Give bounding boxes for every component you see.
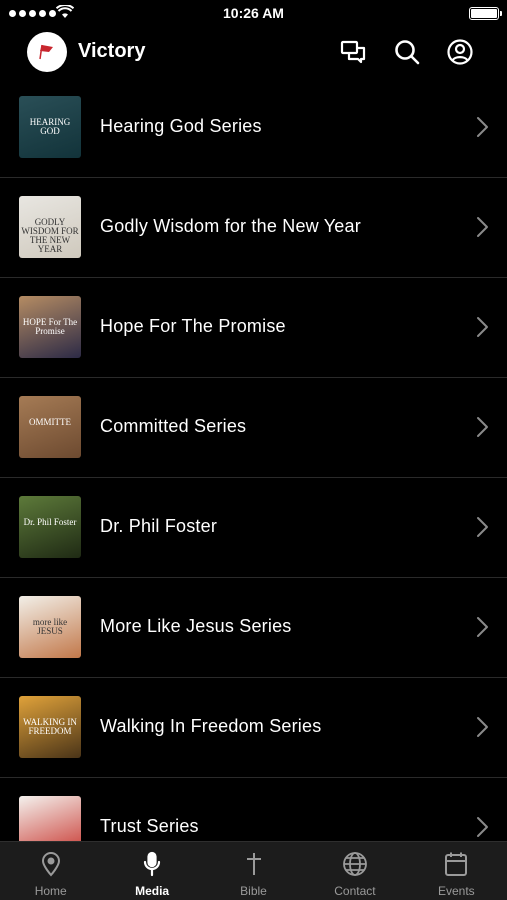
search-icon[interactable] — [393, 38, 421, 66]
chevron-right-icon — [475, 216, 489, 238]
tab-label: Events — [437, 884, 475, 898]
thumbnail-caption: Dr. Phil Foster — [23, 517, 77, 527]
tab-contact[interactable]: Contact — [304, 842, 405, 900]
series-thumbnail — [19, 796, 81, 841]
chevron-right-icon — [475, 516, 489, 538]
tab-label: Bible — [240, 884, 267, 898]
chevron-right-icon — [475, 816, 489, 838]
thumbnail-caption: GODLY WISDOM FOR THE NEW YEAR — [21, 217, 79, 254]
profile-icon[interactable] — [446, 38, 474, 66]
thumbnail-caption: HEARING GOD — [29, 117, 71, 136]
series-title: Hope For The Promise — [100, 316, 286, 336]
series-thumbnail: Dr. Phil Foster — [19, 496, 81, 558]
series-title: Godly Wisdom for the New Year — [100, 216, 361, 236]
status-time: 10:26 AM — [223, 5, 284, 21]
series-thumbnail: more like JESUS — [19, 596, 81, 658]
chevron-right-icon — [475, 416, 489, 438]
chevron-right-icon — [475, 616, 489, 638]
series-thumbnail: OMMITTE — [19, 396, 81, 458]
thumbnail-caption: WALKING IN FREEDOM — [23, 717, 77, 736]
thumbnail-caption: OMMITTE — [29, 417, 71, 427]
series-thumbnail: HEARING GOD — [19, 96, 81, 158]
series-title: Dr. Phil Foster — [100, 516, 218, 536]
tab-label: Contact — [334, 884, 376, 898]
series-title: Hearing God Series — [100, 116, 262, 136]
tab-label: Home — [34, 884, 67, 898]
tab-label: Media — [135, 884, 170, 898]
media-series-list: HEARING GOD Hearing God Series GODLY WISDO… — [0, 80, 507, 841]
list-item[interactable]: Trust Series — [0, 778, 507, 841]
list-item[interactable]: Dr. Phil Foster Dr. Phil Foster — [0, 478, 507, 578]
series-title: Committed Series — [100, 416, 247, 436]
status-bar: 10:26 AM — [0, 0, 507, 28]
flag-logo-icon — [39, 44, 53, 60]
app-title: Victory — [78, 40, 146, 62]
series-title: More Like Jesus Series — [100, 616, 292, 636]
chevron-right-icon — [475, 716, 489, 738]
tab-bar: Home Media Bible Contact Events — [0, 841, 507, 900]
list-item[interactable]: WALKING IN FREEDOM Walking In Freedom Ser… — [0, 678, 507, 778]
list-item[interactable]: OMMITTE Committed Series — [0, 378, 507, 478]
list-item[interactable]: HEARING GOD Hearing God Series — [0, 80, 507, 178]
battery-icon — [469, 7, 502, 20]
series-thumbnail: GODLY WISDOM FOR THE NEW YEAR — [19, 196, 81, 258]
thumbnail-caption: HOPE For The Promise — [22, 317, 78, 336]
tab-bible[interactable]: Bible — [203, 842, 304, 900]
series-thumbnail: HOPE For The Promise — [19, 296, 81, 358]
app-header: Victory — [0, 28, 507, 80]
series-title: Trust Series — [100, 816, 199, 836]
list-item[interactable]: GODLY WISDOM FOR THE NEW YEAR Godly Wisdo… — [0, 178, 507, 278]
church-logo[interactable] — [27, 32, 67, 72]
tab-events[interactable]: Events — [406, 842, 507, 900]
messages-icon[interactable] — [339, 38, 367, 66]
series-thumbnail: WALKING IN FREEDOM — [19, 696, 81, 758]
series-title: Walking In Freedom Series — [100, 716, 322, 736]
list-item[interactable]: more like JESUS More Like Jesus Series — [0, 578, 507, 678]
thumbnail-caption: more like JESUS — [32, 617, 68, 636]
tab-media[interactable]: Media — [101, 842, 202, 900]
chevron-right-icon — [475, 316, 489, 338]
tab-home[interactable]: Home — [0, 842, 101, 900]
list-item[interactable]: HOPE For The Promise Hope For The Promise — [0, 278, 507, 378]
chevron-right-icon — [475, 116, 489, 138]
